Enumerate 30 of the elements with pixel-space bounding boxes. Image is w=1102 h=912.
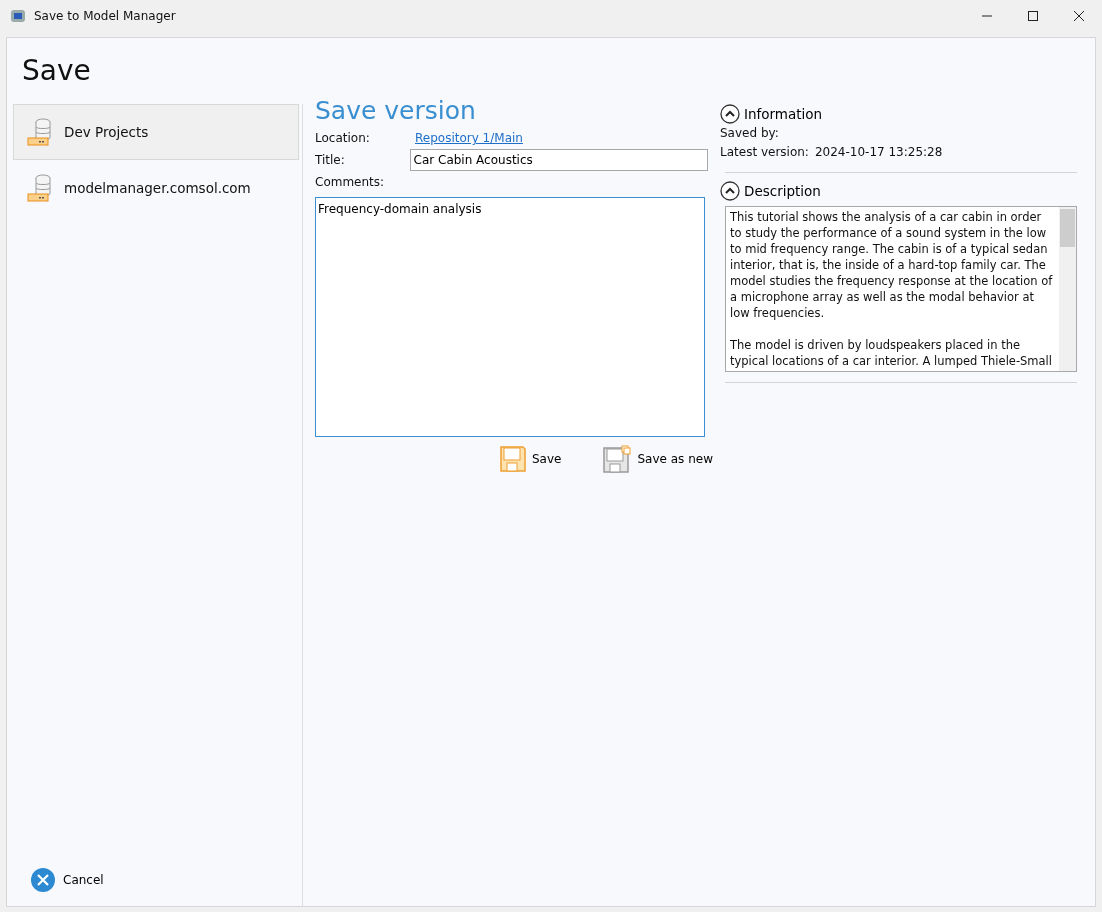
close-icon[interactable] <box>1074 11 1084 21</box>
collapse-icon <box>720 104 740 125</box>
scrollbar[interactable] <box>1059 206 1076 371</box>
maximize-icon[interactable] <box>1028 11 1038 21</box>
field-label: Location: <box>315 130 371 147</box>
section-heading: Save version <box>315 98 477 127</box>
app-icon <box>10 9 26 23</box>
location-link[interactable]: Repository 1/Main <box>410 129 523 147</box>
section-toggle[interactable]: Description <box>720 181 821 202</box>
title-field[interactable]: Car Cabin Acoustics <box>409 149 708 171</box>
save-button[interactable]: Save <box>500 445 562 473</box>
description-paragraph: The model is driven by loudspeakers placed in the typical locations of a car interior. A lumped Thiele-Small <box>730 336 1053 369</box>
sidebar-item[interactable]: modelmanager.comsol.com <box>13 160 299 216</box>
save-as-new-button[interactable]: Save as new <box>603 445 713 473</box>
window-title: Save to Model Manager <box>34 8 176 25</box>
comments-field[interactable]: Frequency-domain analysis <box>315 197 705 437</box>
description-box[interactable] <box>725 205 1077 372</box>
field-label: Title: <box>315 152 346 169</box>
info-label: Latest version: <box>720 144 809 162</box>
info-value: 2024-10-17 13:25:28 <box>814 144 943 162</box>
dialog-heading: Save <box>22 54 91 87</box>
section-toggle[interactable]: Information <box>720 104 823 125</box>
field-label: Comments: <box>315 174 386 191</box>
collapse-icon <box>720 181 740 202</box>
sidebar-item[interactable]: Dev Projects <box>13 104 299 160</box>
close-icon <box>31 868 55 892</box>
floppy-disk-copy-icon <box>603 445 632 473</box>
info-label: Saved by: <box>720 125 779 143</box>
cancel-button[interactable]: Cancel <box>13 868 104 892</box>
description-paragraph: This tutorial shows the analysis of a car cabin in order to study the performance of a sound system in the low to mid frequency range. The cabin is of a typical sedan interior, that is, the inside of a hard-top family car. The model studies the frequency response at the location of a microphone array as well as the modal behavior at low frequencies. <box>730 208 1054 321</box>
